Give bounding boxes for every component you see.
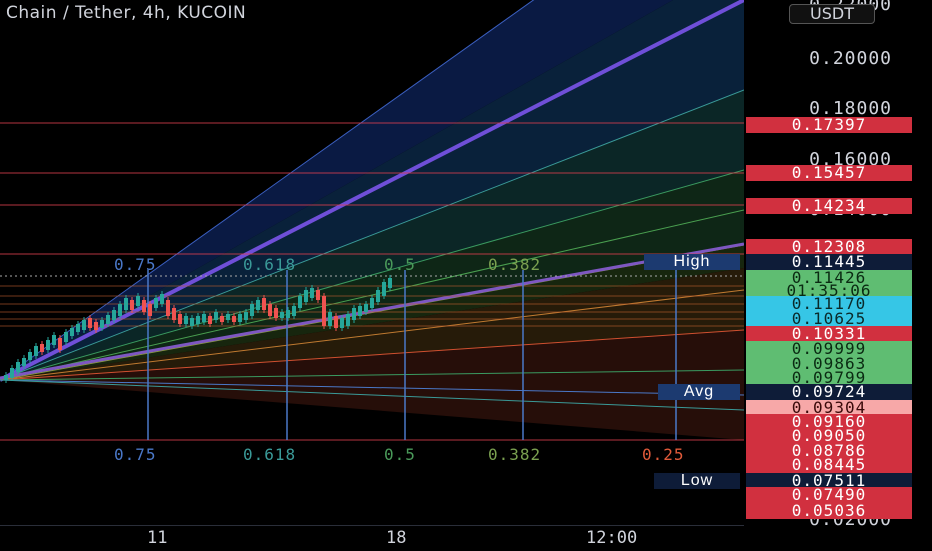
- fib-label-bottom-0382: 0.382: [488, 445, 542, 464]
- candle-down: [148, 304, 152, 316]
- candle-up: [70, 328, 74, 336]
- price-tag: 0.05036: [746, 503, 912, 519]
- candle-down: [316, 290, 320, 300]
- candle-down: [166, 300, 170, 316]
- price-tag: 0.17397: [746, 117, 912, 133]
- candle-up: [382, 282, 386, 296]
- candle-up: [154, 298, 158, 308]
- candle-up: [310, 288, 314, 298]
- candle-up: [4, 375, 8, 380]
- time-axis[interactable]: 11 18 12:00: [0, 525, 744, 551]
- candle-down: [178, 314, 182, 324]
- fib-label-bottom-05: 0.5: [384, 445, 416, 464]
- time-label: 12:00: [586, 528, 638, 548]
- time-label: 11: [147, 528, 168, 548]
- candle-up: [202, 314, 206, 322]
- candle-down: [274, 308, 278, 318]
- candle-down: [232, 316, 236, 322]
- candle-up: [28, 352, 32, 360]
- price-axis[interactable]: 0.22000 0.20000 0.18000 0.16000 0.14000 …: [744, 0, 932, 530]
- candle-up: [226, 314, 230, 320]
- candle-up: [370, 298, 374, 308]
- candle-up: [136, 296, 140, 306]
- candle-up: [256, 300, 260, 310]
- candle-up: [64, 332, 68, 342]
- candle-up: [346, 314, 350, 326]
- low-label: Low: [654, 473, 740, 489]
- candle-up: [358, 306, 362, 316]
- candle-up: [376, 290, 380, 302]
- candle-down: [334, 316, 338, 328]
- candle-up: [298, 296, 302, 308]
- candle-up: [160, 294, 164, 304]
- candle-down: [94, 322, 98, 330]
- price-tag: 0.15457: [746, 165, 912, 181]
- candle-up: [82, 320, 86, 330]
- price-tick: 0.20000: [809, 48, 892, 69]
- candle-up: [184, 316, 188, 324]
- candle-down: [88, 318, 92, 328]
- candle-up: [22, 358, 26, 366]
- fib-label-bottom-025: 0.25: [642, 445, 685, 464]
- candle-up: [304, 290, 308, 302]
- candle-up: [106, 315, 110, 324]
- candle-down: [208, 316, 212, 324]
- candle-up: [214, 312, 218, 320]
- candle-up: [364, 304, 368, 312]
- candle-up: [388, 278, 392, 288]
- fib-label-top-0618: 0.618: [243, 255, 297, 274]
- fib-label-bottom-0618: 0.618: [243, 445, 297, 464]
- candle-up: [46, 340, 50, 350]
- candle-down: [40, 344, 44, 352]
- fib-label-top-0382: 0.382: [488, 255, 542, 274]
- time-label: 18: [386, 528, 407, 548]
- candle-down: [172, 308, 176, 320]
- chart-canvas[interactable]: [0, 0, 744, 525]
- candle-down: [142, 300, 146, 312]
- candle-up: [100, 320, 104, 328]
- candle-up: [238, 314, 242, 322]
- candle-down: [322, 296, 326, 326]
- currency-button[interactable]: USDT: [789, 4, 875, 24]
- fib-label-top-075: 0.75: [114, 255, 157, 274]
- candle-down: [262, 298, 266, 310]
- candle-up: [352, 308, 356, 320]
- candle-up: [250, 304, 254, 316]
- candle-up: [292, 306, 296, 316]
- candle-up: [196, 316, 200, 324]
- candle-up: [52, 335, 56, 345]
- candle-up: [34, 346, 38, 356]
- high-label: High: [644, 254, 740, 270]
- candle-down: [220, 316, 224, 322]
- candle-up: [190, 318, 194, 326]
- candle-up: [244, 312, 248, 320]
- candle-up: [286, 310, 290, 318]
- candle-down: [130, 300, 134, 310]
- candle-down: [268, 304, 272, 316]
- symbol-title: Chain / Tether, 4h, KUCOIN: [6, 3, 247, 23]
- candle-up: [10, 368, 14, 378]
- avg-label: Avg: [658, 384, 740, 400]
- price-tag: 0.14234: [746, 198, 912, 214]
- candle-up: [280, 312, 284, 318]
- candle-up: [340, 318, 344, 328]
- candle-up: [118, 304, 122, 316]
- chart-area[interactable]: Chain / Tether, 4h, KUCOIN 0.75 0.618 0.…: [0, 0, 744, 525]
- candle-up: [16, 362, 20, 372]
- fib-label-top-05: 0.5: [384, 255, 416, 274]
- candle-up: [112, 310, 116, 320]
- candle-up: [328, 312, 332, 326]
- candle-up: [76, 324, 80, 332]
- fib-label-bottom-075: 0.75: [114, 445, 157, 464]
- candle-down: [58, 338, 62, 350]
- candle-up: [124, 298, 128, 310]
